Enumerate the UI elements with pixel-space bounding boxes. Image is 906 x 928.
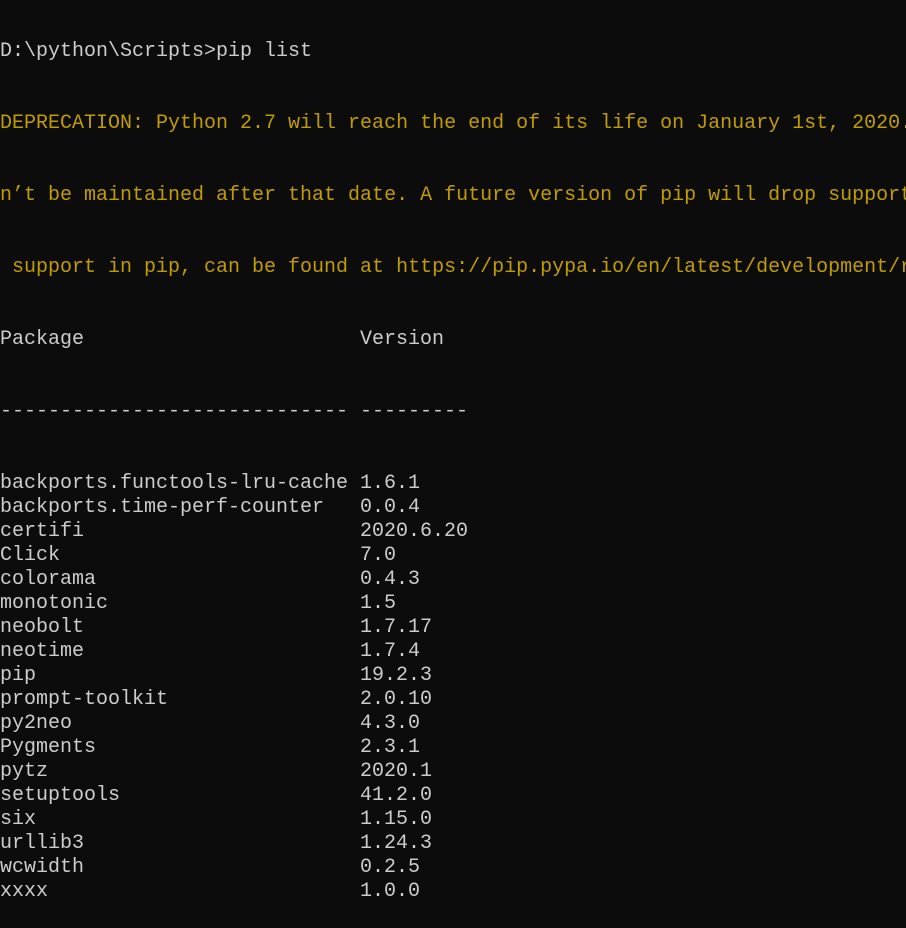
package-name: backports.functools-lru-cache — [0, 472, 349, 495]
package-row: py2neo 4.3.0 — [0, 712, 906, 736]
package-version: 1.5 — [360, 592, 397, 615]
package-row: setuptools 41.2.0 — [0, 784, 906, 808]
package-row: backports.time-perf-counter 0.0.4 — [0, 496, 906, 520]
header-version: Version — [360, 328, 445, 351]
package-version: 2.3.1 — [360, 736, 421, 759]
package-version: 1.7.17 — [360, 616, 433, 639]
package-name: xxxx — [0, 880, 49, 903]
package-row: Click 7.0 — [0, 544, 906, 568]
package-version: 41.2.0 — [360, 784, 433, 807]
deprecation-line: support in pip, can be found at https://… — [0, 256, 906, 279]
deprecation-line: DEPRECATION: Python 2.7 will reach the e… — [0, 112, 906, 135]
package-row: pytz 2020.1 — [0, 760, 906, 784]
package-name: monotonic — [0, 592, 109, 615]
console-output[interactable]: D:\python\Scripts>pip list DEPRECATION: … — [0, 0, 906, 928]
header-package: Package — [0, 328, 85, 351]
package-row: certifi 2020.6.20 — [0, 520, 906, 544]
package-name: wcwidth — [0, 856, 85, 879]
package-name: neobolt — [0, 616, 85, 639]
package-version: 1.7.4 — [360, 640, 421, 663]
package-row: prompt-toolkit 2.0.10 — [0, 688, 906, 712]
package-row: Pygments 2.3.1 — [0, 736, 906, 760]
package-version: 0.0.4 — [360, 496, 421, 519]
package-name: backports.time-perf-counter — [0, 496, 325, 519]
separator-version: --------- — [360, 400, 469, 423]
package-name: pytz — [0, 760, 49, 783]
package-version: 0.4.3 — [360, 568, 421, 591]
package-name: pip — [0, 664, 37, 687]
package-name: Pygments — [0, 736, 97, 759]
package-row: backports.functools-lru-cache 1.6.1 — [0, 472, 906, 496]
package-name: urllib3 — [0, 832, 85, 855]
package-row: colorama 0.4.3 — [0, 568, 906, 592]
package-name: prompt-toolkit — [0, 688, 169, 711]
package-version: 1.24.3 — [360, 832, 433, 855]
package-version: 0.2.5 — [360, 856, 421, 879]
package-version: 19.2.3 — [360, 664, 433, 687]
package-row: wcwidth 0.2.5 — [0, 856, 906, 880]
package-version: 7.0 — [360, 544, 397, 567]
package-name: six — [0, 808, 37, 831]
package-name: py2neo — [0, 712, 73, 735]
package-version: 4.3.0 — [360, 712, 421, 735]
table-separator: ----------------------------- --------- — [0, 400, 906, 424]
package-row: urllib3 1.24.3 — [0, 832, 906, 856]
package-name: setuptools — [0, 784, 121, 807]
package-name: certifi — [0, 520, 85, 543]
package-row: neobolt 1.7.17 — [0, 616, 906, 640]
package-version: 1.0.0 — [360, 880, 421, 903]
separator-package: ----------------------------- — [0, 400, 349, 423]
package-row: neotime 1.7.4 — [0, 640, 906, 664]
package-version: 2020.1 — [360, 760, 433, 783]
deprecation-line: n’t be maintained after that date. A fut… — [0, 184, 906, 207]
package-name: colorama — [0, 568, 97, 591]
package-row: xxxx 1.0.0 — [0, 880, 906, 904]
package-row: six 1.15.0 — [0, 808, 906, 832]
package-version: 2.0.10 — [360, 688, 433, 711]
package-version: 1.15.0 — [360, 808, 433, 831]
package-row: monotonic 1.5 — [0, 592, 906, 616]
package-name: neotime — [0, 640, 85, 663]
package-name: Click — [0, 544, 61, 567]
table-header: Package Version — [0, 328, 906, 352]
command-line: D:\python\Scripts>pip list — [0, 40, 313, 63]
package-row: pip 19.2.3 — [0, 664, 906, 688]
package-version: 2020.6.20 — [360, 520, 469, 543]
package-version: 1.6.1 — [360, 472, 421, 495]
